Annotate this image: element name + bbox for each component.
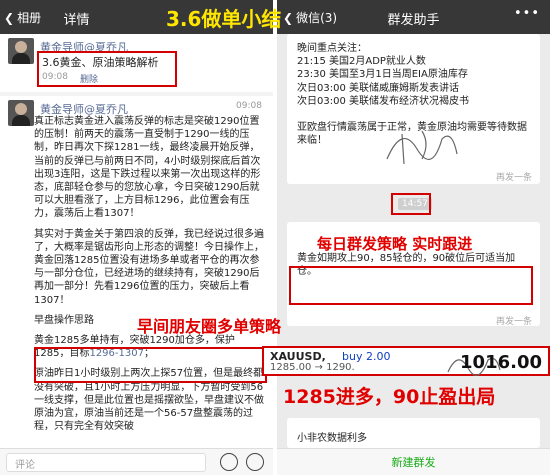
caption-middle-left: 早间朋友圈多单策略	[137, 317, 282, 336]
more-icon[interactable]: •••	[514, 6, 540, 21]
caption-top: 3.6做单小结	[166, 7, 282, 31]
caption-middle-right: 每日群发策略 实时跟进	[317, 235, 473, 253]
signature-icon	[386, 130, 458, 165]
broadcast-card-1: 晚间重点关注： 21:15 美国2月ADP就业人数 23:30 美国至3月1日当…	[287, 34, 540, 184]
moment-post-2: 黄金导师@夏乔凡 09:08 真正标志黄金进入震荡反弹的标志是突破1290位置的…	[0, 96, 273, 448]
moments-detail-panel: ❮ 相册 详情 黄金导师@夏乔凡 3.6黄金、原油策略解析 09:08 删除 黄…	[0, 0, 273, 475]
post-time: 09:08	[236, 101, 262, 111]
moment-post-1: 黄金导师@夏乔凡 3.6黄金、原油策略解析 09:08 删除	[0, 34, 273, 92]
card-line: 次日03:00 美联储发布经济状况褐皮书	[297, 95, 469, 107]
card-line: 23:30 美国至3月1日当周EIA原油库存	[297, 69, 468, 81]
avatar[interactable]	[8, 100, 34, 126]
card-highlight-box	[289, 266, 533, 305]
post-time: 09:08	[42, 72, 68, 82]
caption-bottom-right: 1285进多，90止盈出局	[283, 386, 496, 408]
comment-toolbar: 评论	[0, 448, 273, 475]
new-broadcast-button[interactable]: 新建群发	[277, 448, 550, 475]
post-paragraph: 真正标志黄金进入震荡反弹的标志是突破1290位置的压制！前两天的震荡一直受制于1…	[34, 116, 261, 220]
add-icon[interactable]	[246, 453, 264, 471]
broadcast-card-3: 小非农数据利多	[287, 418, 540, 448]
stamp-highlight-box	[391, 193, 431, 215]
quote-price: 1016.00	[460, 352, 542, 373]
strategy-highlight-box	[34, 347, 267, 383]
post-paragraph: 其实对于黄金关于第四浪的反弹，我已经说过很多遍了，大概率是锯齿形向上形态的调整！…	[34, 228, 264, 306]
right-title: 群发助手	[387, 13, 440, 28]
emoji-icon[interactable]	[220, 453, 238, 471]
post-body: 真正标志黄金进入震荡反弹的标志是突破1290位置的压制！前两天的震荡一直受制于1…	[34, 115, 266, 433]
comment-input[interactable]: 评论	[6, 453, 206, 472]
card-line: 21:15 美国2月ADP就业人数	[297, 56, 426, 68]
card-text: 小非农数据利多	[297, 433, 367, 444]
trade-quote-box: XAUUSD, buy 2.00 1285.00 → 1290. 1016.00	[262, 346, 550, 376]
card-line: 次日03:00 美联储威廉姆斯发表讲话	[297, 82, 459, 94]
avatar[interactable]	[8, 38, 34, 64]
resend-link[interactable]: 再发一条	[496, 170, 532, 183]
quote-line: 1285.00 → 1290.	[270, 362, 355, 373]
card-line: 晚间重点关注：	[297, 43, 367, 54]
screenshot-root: ❮ 相册 详情 黄金导师@夏乔凡 3.6黄金、原油策略解析 09:08 删除 黄…	[0, 0, 550, 475]
resend-link[interactable]: 再发一条	[496, 314, 532, 327]
delete-link[interactable]: 删除	[80, 72, 98, 85]
right-titlebar: ❮ 微信(3) 群发助手 •••	[277, 0, 550, 34]
post-title: 3.6黄金、原油策略解析	[42, 56, 159, 69]
